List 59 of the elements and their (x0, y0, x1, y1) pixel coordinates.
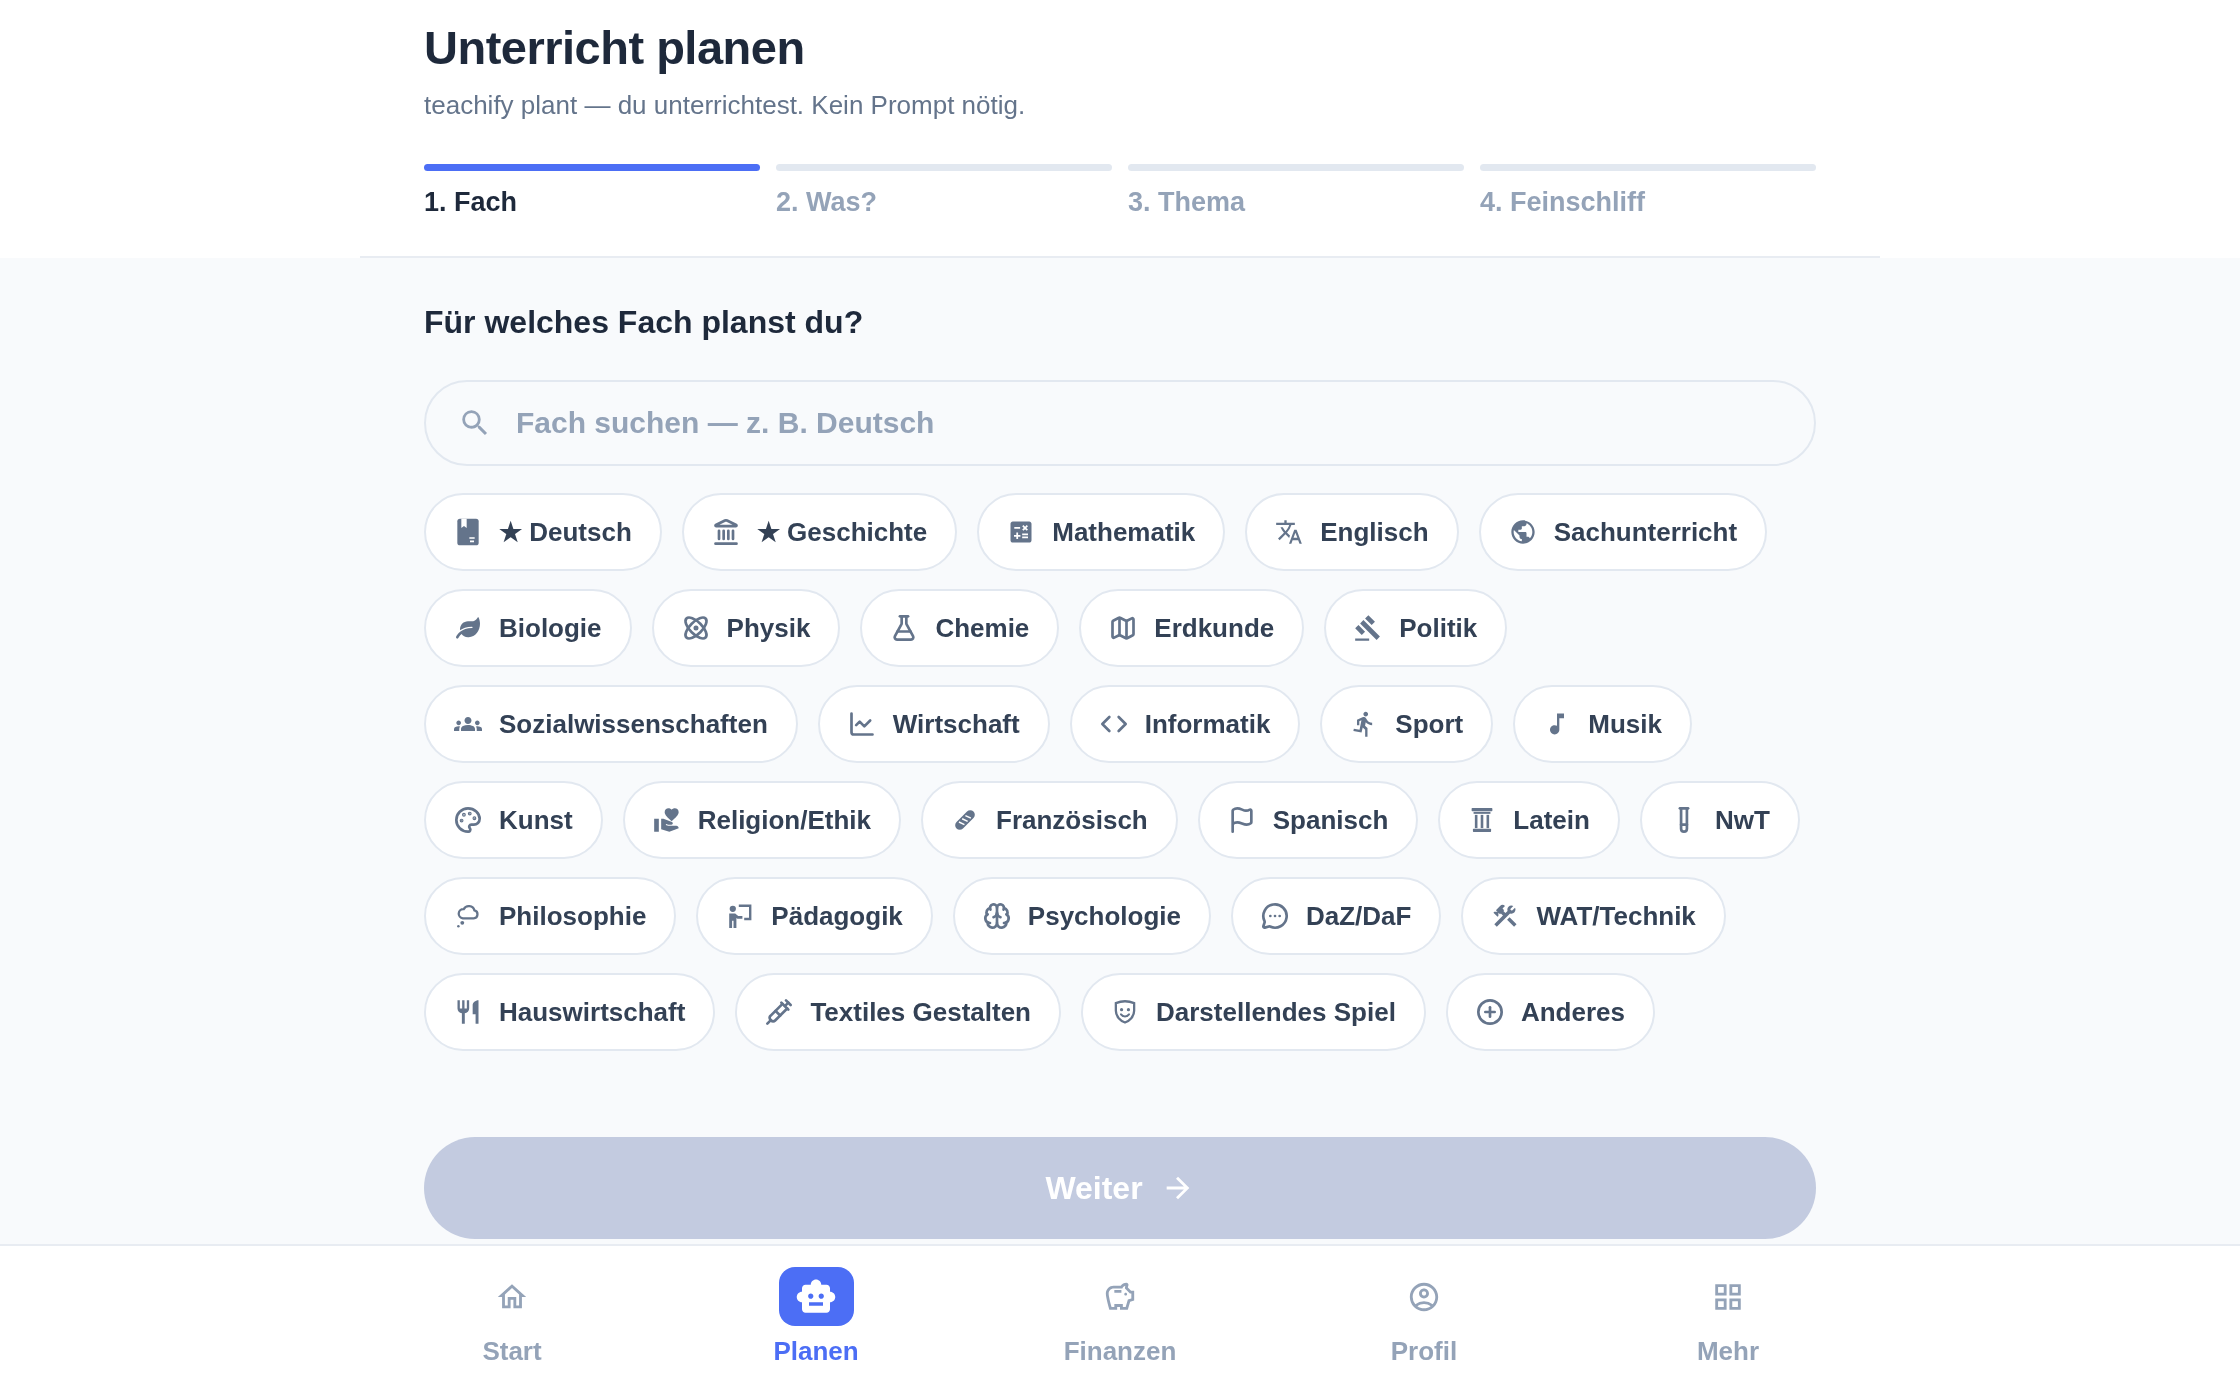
subject-chip[interactable]: Kunst (424, 781, 603, 859)
globe-icon (1508, 518, 1537, 546)
syringe-icon (765, 998, 794, 1026)
nav-tab[interactable]: Planen (773, 1246, 859, 1367)
subject-chip[interactable]: Hauswirtschaft (424, 973, 716, 1051)
subject-chip[interactable]: Musik (1513, 685, 1692, 763)
subject-chip[interactable]: Sachunterricht (1478, 493, 1768, 571)
plus-circle-icon (1475, 998, 1504, 1026)
subject-chip[interactable]: NwT (1639, 781, 1800, 859)
subject-chip[interactable]: Anderes (1445, 973, 1655, 1051)
hand-heart-icon (652, 806, 681, 834)
subject-chip[interactable]: Sozialwissenschaften (424, 685, 798, 763)
presenter-icon (728, 904, 753, 928)
subject-chip[interactable]: Religion/Ethik (622, 781, 901, 859)
step-label: 4. Feinschliff (1480, 186, 1646, 218)
column-icon (1470, 808, 1495, 832)
subject-chip[interactable]: Politik (1324, 589, 1508, 667)
subject-chip[interactable]: DaZ/DaF (1231, 877, 1442, 955)
question-heading: Für welches Fach planst du? (424, 303, 864, 342)
gavel-icon (1354, 614, 1383, 642)
chat-bubble-icon (1261, 902, 1289, 930)
subject-chip[interactable]: Sport (1320, 685, 1494, 763)
translate-icon (1275, 518, 1304, 546)
book-icon (454, 518, 482, 546)
palette-icon (454, 806, 482, 834)
subject-chip[interactable]: Physik (651, 589, 841, 667)
subject-chip[interactable]: Pädagogik (696, 877, 933, 955)
step-label: 3. Thema (1128, 186, 1246, 218)
columned-building-icon (711, 518, 740, 546)
subject-chip[interactable]: Latein (1438, 781, 1620, 859)
line-chart-icon (847, 710, 876, 738)
subject-chip[interactable]: Wirtschaft (817, 685, 1050, 763)
atom-icon (681, 614, 710, 642)
subject-chip[interactable]: Chemie (860, 589, 1060, 667)
subject-chip[interactable]: ★ Deutsch (424, 493, 662, 571)
subject-chip[interactable]: Erdkunde (1079, 589, 1305, 667)
search-field[interactable]: Fach suchen — z. B. Deutsch (424, 380, 1816, 466)
subject-chip[interactable]: Textiles Gestalten (735, 973, 1061, 1051)
step-label: 2. Was? (776, 186, 878, 218)
leaf-icon (456, 616, 480, 640)
page-title: Unterricht planen (424, 20, 805, 75)
subject-chip[interactable]: Philosophie (424, 877, 677, 955)
subject-chip[interactable]: Französisch (921, 781, 1178, 859)
page-subtitle: teachify plant — du unterrichtest. Kein Prompt nötig. (424, 89, 1026, 122)
subject-chip[interactable]: Spanisch (1197, 781, 1419, 859)
brain-icon (982, 902, 1011, 930)
robot-icon (778, 1267, 854, 1326)
mask-icon (1113, 1000, 1137, 1024)
step-label: 1. Fach (424, 186, 518, 218)
subject-chip[interactable]: Mathematik (977, 493, 1226, 571)
subject-chip[interactable]: ★ Geschichte (681, 493, 958, 571)
thought-bubble-icon (456, 904, 480, 928)
subject-chip[interactable]: Psychologie (952, 877, 1211, 955)
subject-chip[interactable]: Englisch (1245, 493, 1459, 571)
subject-chip[interactable]: WAT/Technik (1461, 877, 1726, 955)
map-icon (1109, 614, 1138, 642)
subject-chip[interactable]: Informatik (1069, 685, 1301, 763)
subject-chip[interactable]: Darstellendes Spiel (1081, 973, 1426, 1051)
subject-chip[interactable]: Biologie (424, 589, 632, 667)
